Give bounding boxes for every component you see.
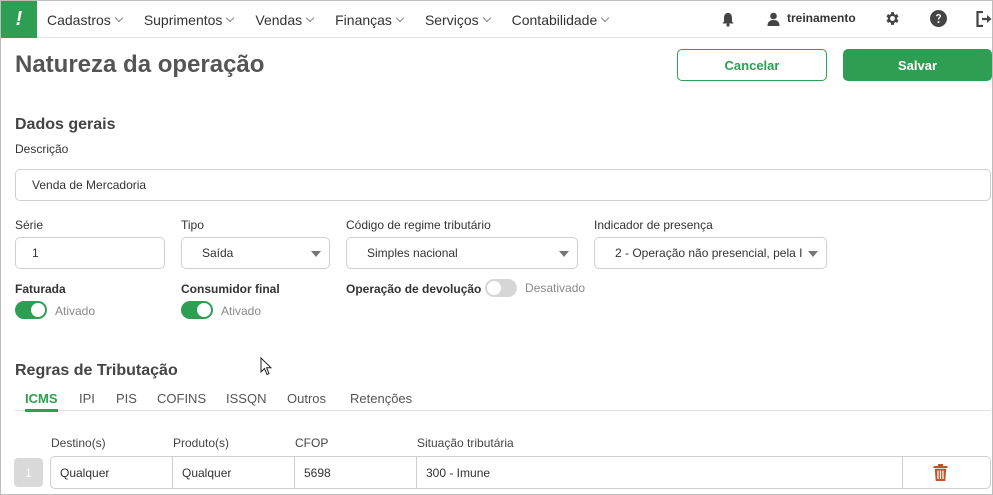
tab-issqn[interactable]: ISSQN — [226, 391, 266, 411]
gear-icon[interactable] — [884, 10, 901, 27]
section-title-rules: Regras de Tributação — [15, 362, 178, 379]
tipo-label: Tipo — [181, 218, 204, 232]
cancel-button[interactable]: Cancelar — [677, 49, 827, 81]
cell-produto[interactable]: Qualquer — [173, 457, 294, 488]
serie-label: Série — [15, 218, 44, 232]
devolucao-state: Desativado — [525, 281, 586, 295]
main-menu: Cadastros Suprimentos Vendas Finanças Se… — [47, 1, 630, 38]
devolucao-toggle[interactable] — [485, 279, 517, 297]
tab-retencoes[interactable]: Retenções — [350, 391, 412, 411]
trash-icon[interactable] — [933, 464, 948, 481]
presenca-label: Indicador de presença — [594, 218, 713, 232]
column-header-situacao: Situação tributária — [417, 436, 514, 450]
toggle-knob — [31, 303, 45, 317]
logo-mark: ! — [15, 8, 23, 30]
faturada-label: Faturada — [15, 282, 66, 296]
description-label: Descrição — [15, 142, 69, 156]
faturada-state: Ativado — [55, 304, 96, 318]
cell-destino[interactable]: Qualquer — [51, 457, 172, 488]
top-navbar: ! Cadastros Suprimentos Vendas Finanças … — [1, 1, 992, 38]
regime-select[interactable]: Simples nacional — [346, 237, 578, 269]
menu-vendas[interactable]: Vendas — [255, 11, 315, 28]
menu-label: Vendas — [255, 11, 303, 28]
menu-label: Serviços — [424, 11, 479, 28]
column-header-produto: Produto(s) — [173, 436, 230, 450]
cell-situacao[interactable]: 300 - Imune — [417, 457, 902, 488]
tab-pis[interactable]: PIS — [116, 391, 137, 411]
chevron-down-icon — [395, 13, 405, 23]
presenca-value: 2 - Operação não presencial, pela I — [615, 246, 802, 260]
dropdown-arrow-icon — [808, 251, 818, 257]
dropdown-arrow-icon — [311, 251, 321, 257]
menu-servicos[interactable]: Serviços — [424, 11, 491, 28]
chevron-down-icon — [305, 13, 315, 23]
regime-label: Código de regime tributário — [346, 218, 491, 232]
tab-cofins[interactable]: COFINS — [157, 391, 206, 411]
column-header-destino: Destino(s) — [51, 436, 106, 450]
regime-value: Simples nacional — [367, 246, 458, 260]
user-name[interactable]: treinamento — [787, 11, 856, 25]
table-row[interactable]: Qualquer Qualquer 5698 300 - Imune — [50, 456, 991, 489]
toggle-knob — [197, 303, 211, 317]
chevron-down-icon — [482, 13, 491, 23]
tax-tabs: ICMS IPI PIS COFINS ISSQN Outros Retençõ… — [15, 391, 991, 412]
mouse-cursor-icon — [260, 357, 272, 376]
cell-cfop[interactable]: 5698 — [295, 457, 416, 488]
menu-label: Cadastros — [47, 11, 111, 28]
app-logo[interactable]: ! — [1, 1, 37, 38]
menu-financas[interactable]: Finanças — [335, 11, 405, 28]
dropdown-arrow-icon — [559, 251, 569, 257]
cell-divider — [902, 457, 903, 488]
presenca-select[interactable]: 2 - Operação não presencial, pela I — [594, 237, 827, 269]
menu-cadastros[interactable]: Cadastros — [47, 11, 124, 28]
page-title: Natureza da operação — [15, 51, 265, 78]
help-icon[interactable] — [930, 10, 947, 27]
consumidor-toggle[interactable] — [181, 301, 213, 319]
section-title-general: Dados gerais — [15, 116, 116, 133]
tipo-select[interactable]: Saída — [181, 237, 330, 269]
chevron-down-icon — [226, 13, 235, 23]
consumidor-label: Consumidor final — [181, 282, 280, 296]
column-header-cfop: CFOP — [295, 436, 329, 450]
menu-label: Suprimentos — [143, 11, 223, 28]
faturada-toggle[interactable] — [15, 301, 47, 319]
serie-value: 1 — [32, 246, 39, 260]
menu-contabilidade[interactable]: Contabilidade — [511, 11, 610, 28]
tipo-value: Saída — [202, 246, 234, 260]
toggle-knob — [487, 281, 501, 295]
tab-ipi[interactable]: IPI — [79, 391, 95, 411]
consumidor-state: Ativado — [221, 304, 262, 318]
description-value: Venda de Mercadoria — [32, 178, 147, 192]
chevron-down-icon — [601, 13, 610, 23]
save-button[interactable]: Salvar — [843, 49, 992, 81]
menu-suprimentos[interactable]: Suprimentos — [143, 11, 235, 28]
user-icon[interactable] — [767, 12, 780, 26]
tab-icms[interactable]: ICMS — [25, 391, 58, 412]
bell-icon[interactable] — [721, 12, 735, 27]
chevron-down-icon — [114, 13, 124, 23]
row-number-badge: 1 — [14, 458, 43, 487]
devolucao-label: Operação de devolução — [346, 282, 482, 296]
serie-input[interactable]: 1 — [15, 237, 165, 269]
logout-icon[interactable] — [976, 11, 993, 27]
tab-outros[interactable]: Outros — [287, 391, 326, 411]
menu-label: Contabilidade — [511, 11, 598, 28]
menu-label: Finanças — [335, 11, 392, 28]
description-input[interactable]: Venda de Mercadoria — [15, 169, 991, 201]
